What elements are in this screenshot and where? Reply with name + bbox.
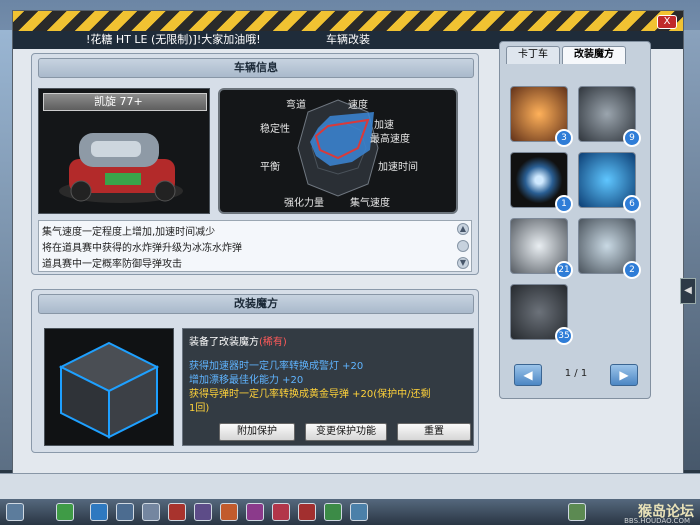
stat-label-stability: 稳定性 <box>260 124 290 135</box>
stat-label-gauge-speed: 集气速度 <box>350 198 390 209</box>
prev-page-icon[interactable]: ◀ <box>514 364 542 386</box>
garage-icon[interactable] <box>90 503 108 521</box>
car-name-label: 凯旋 77+ <box>43 93 207 111</box>
mod-effect-line: 获得导弹时一定几率转换成黄金导弹 +20(保护中/还剩 <box>189 389 431 400</box>
mod-effect-line: 1回) <box>189 403 210 414</box>
slot-count-badge: 9 <box>623 129 641 147</box>
add-protection-button[interactable]: 附加保护 <box>219 423 295 441</box>
hazard-stripe <box>13 11 683 31</box>
stats-radar: 弯道 速度 稳定性 加速 最高速度 平衡 加速时间 强化力量 集气速度 <box>218 88 458 214</box>
vehicle-mod-window: 车辆改装 X 车辆信息 凯旋 77+ 弯道 速度 稳定性 加速 最高速度 平衡 … <box>12 10 684 488</box>
tool-icon[interactable] <box>142 503 160 521</box>
user-icon[interactable] <box>6 503 24 521</box>
chat-icon[interactable] <box>298 503 316 521</box>
scrolling-notice: !花糖 HT LE (无限制)]!大家加油哦! <box>86 33 261 46</box>
slot-count-badge: 35 <box>555 327 573 345</box>
inventory-slot[interactable]: 3 <box>510 86 573 147</box>
slot-count-badge: 1 <box>555 195 573 213</box>
car-preview: 凯旋 77+ <box>38 88 210 214</box>
vehicle-info-panel: 车辆信息 凯旋 77+ 弯道 速度 稳定性 加速 最高速度 平衡 加速时间 强化… <box>31 53 479 275</box>
tab-mod-cube[interactable]: 改装魔方 <box>562 46 626 64</box>
slot-count-badge: 6 <box>623 195 641 213</box>
radar-chart <box>297 99 379 197</box>
menu-icon[interactable] <box>194 503 212 521</box>
inventory-slot[interactable]: 6 <box>578 152 641 213</box>
mod-effect-line: 增加漂移最佳化能力 +20 <box>189 375 304 386</box>
description-line: 将在道具赛中获得的水炸弹升级为冰冻水炸弹 <box>42 243 242 254</box>
mod-cube-details: 装备了改装魔方(稀有) 获得加速器时一定几率转换成警灯 +20 增加漂移最佳化能… <box>182 328 474 446</box>
next-page-icon[interactable]: ▶ <box>610 364 638 386</box>
description-box: 集气速度一定程度上增加,加速时间减少 将在道具赛中获得的水炸弹升级为冰冻水炸弹 … <box>38 220 472 272</box>
home-icon[interactable] <box>116 503 134 521</box>
equipped-prefix: 装备了改装魔方 <box>189 337 259 348</box>
inventory-slot[interactable]: 9 <box>578 86 641 147</box>
item-icon[interactable] <box>168 503 186 521</box>
stat-label-accel-time: 加速时间 <box>378 162 418 173</box>
settings-icon[interactable] <box>350 503 368 521</box>
vehicle-info-header: 车辆信息 <box>38 58 474 78</box>
mod-cube-preview <box>44 328 174 446</box>
stat-label-corner: 弯道 <box>286 100 306 111</box>
inventory-slot[interactable]: 35 <box>510 284 573 345</box>
change-protection-button[interactable]: 变更保护功能 <box>305 423 387 441</box>
description-line: 集气速度一定程度上增加,加速时间减少 <box>42 227 216 238</box>
book-icon[interactable] <box>272 503 290 521</box>
inventory-panel: 卡丁车 改装魔方 3 9 1 6 21 2 35 ◀ 1 / 1 ▶ <box>499 41 651 399</box>
status-strip <box>0 473 700 499</box>
mod-effect-line: 获得加速器时一定几率转换成警灯 +20 <box>189 361 364 372</box>
background-right-edge <box>684 30 700 470</box>
inventory-pager: ◀ 1 / 1 ▶ <box>514 364 638 386</box>
stat-label-accel: 加速 <box>374 120 394 131</box>
equipped-rarity: (稀有) <box>259 337 287 348</box>
stat-label-speed: 速度 <box>348 100 368 111</box>
description-line: 道具赛中一定概率防御导弹攻击 <box>42 259 182 270</box>
reset-button[interactable]: 重置 <box>397 423 471 441</box>
slot-count-badge: 3 <box>555 129 573 147</box>
close-button[interactable]: X <box>657 15 677 29</box>
scroll-down-icon[interactable]: ▼ <box>457 257 469 269</box>
cube-icon <box>58 341 160 439</box>
mod-cube-header: 改装魔方 <box>38 294 474 314</box>
stat-label-top-speed: 最高速度 <box>370 134 410 145</box>
taskbar: 猴岛论坛 BBS.HOUDAO.COM <box>0 499 700 525</box>
inventory-slot[interactable]: 2 <box>578 218 641 279</box>
stat-label-balance: 平衡 <box>260 162 280 173</box>
back-icon[interactable] <box>56 503 74 521</box>
shop-icon[interactable] <box>246 503 264 521</box>
car-image <box>59 133 183 203</box>
equipped-label: 装备了改装魔方(稀有) <box>189 333 287 348</box>
inventory-slot[interactable]: 1 <box>510 152 573 213</box>
window-icon[interactable] <box>568 503 586 521</box>
stat-label-boost-power: 强化力量 <box>284 198 324 209</box>
page-indicator: 1 / 1 <box>564 368 588 379</box>
side-collapse-icon[interactable]: ◀ <box>680 278 696 304</box>
slot-count-badge: 2 <box>623 261 641 279</box>
description-scrollbar[interactable]: ▲ ▼ <box>457 223 469 269</box>
scroll-thumb[interactable] <box>457 240 469 252</box>
inventory-slot[interactable]: 21 <box>510 218 573 279</box>
slot-count-badge: 21 <box>555 261 573 279</box>
mail-icon[interactable] <box>324 503 342 521</box>
watermark-url: BBS.HOUDAO.COM <box>624 517 690 525</box>
scroll-up-icon[interactable]: ▲ <box>457 223 469 235</box>
mod-cube-panel: 改装魔方 装备了改装魔方(稀有) 获得加速器时一定几率转换成警灯 +20 增加漂… <box>31 289 479 453</box>
alert-icon[interactable] <box>220 503 238 521</box>
tab-kart[interactable]: 卡丁车 <box>506 46 560 64</box>
